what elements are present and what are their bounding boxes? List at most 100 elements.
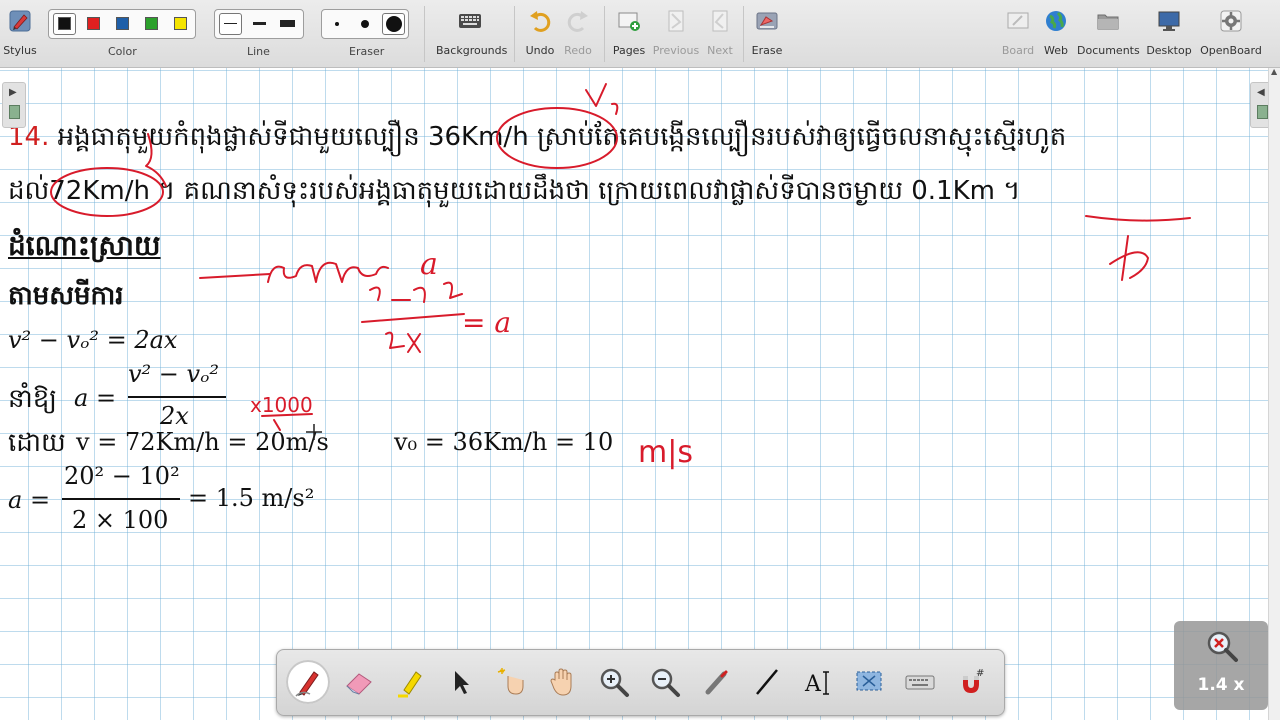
equation-2-lhs: a = bbox=[74, 384, 117, 412]
magic-hand-icon bbox=[497, 668, 524, 695]
gear-icon bbox=[1220, 10, 1242, 32]
interact-tool[interactable] bbox=[490, 660, 534, 704]
eraser-label: Eraser bbox=[349, 45, 385, 58]
pages-button[interactable]: Pages bbox=[611, 4, 647, 57]
previous-label: Previous bbox=[652, 44, 700, 57]
equation-2-prefix: នាំឱ្យ bbox=[8, 384, 58, 414]
eraser-size-medium[interactable] bbox=[361, 20, 369, 28]
color-swatch-green[interactable] bbox=[145, 17, 158, 30]
desktop-mode-button[interactable]: Desktop bbox=[1146, 4, 1192, 57]
ink-formula-denominator bbox=[385, 331, 421, 353]
line-width-palette bbox=[214, 9, 304, 39]
solution-heading: ដំណោះស្រាយ bbox=[8, 229, 161, 262]
stylus-button[interactable]: Stylus bbox=[2, 4, 38, 57]
expand-right-icon: ▶ bbox=[9, 87, 17, 98]
documents-label: Documents bbox=[1077, 44, 1140, 57]
ink-formula-bar bbox=[361, 313, 465, 323]
speed-final: 72Km/h bbox=[49, 176, 150, 206]
documents-mode-button[interactable]: Documents bbox=[1077, 4, 1140, 57]
problem-text-1b: ស្រាប់តែគេបង្កើនល្បឿនរបស់វាឲ្យធ្វើចលនាស្… bbox=[536, 122, 1067, 152]
highlighter-icon bbox=[398, 671, 422, 698]
ink-x-mark bbox=[1109, 235, 1149, 281]
distance-value: 0.1Km bbox=[911, 176, 995, 206]
web-mode-button[interactable]: Web bbox=[1040, 4, 1072, 57]
undo-button[interactable]: Undo bbox=[522, 4, 558, 57]
magnet-tool[interactable]: # bbox=[949, 660, 993, 704]
capture-tool[interactable] bbox=[847, 660, 891, 704]
fraction-bar bbox=[62, 498, 180, 500]
line-width-thick[interactable] bbox=[280, 20, 295, 27]
eraser-size-large[interactable] bbox=[386, 16, 402, 32]
backgrounds-button[interactable]: Backgrounds bbox=[436, 4, 507, 57]
highlighter-tool[interactable] bbox=[388, 660, 432, 704]
problem-line-2: ដល់72Km/h ។ គណនាសំទុះរបស់អង្គធាតុមួយដោយដ… bbox=[8, 174, 1020, 212]
redo-button[interactable]: Redo bbox=[562, 4, 594, 57]
stylus-icon bbox=[9, 10, 31, 32]
speed-initial: 36Km/h bbox=[427, 122, 529, 152]
pen-tool[interactable] bbox=[286, 660, 330, 704]
equation-4-denominator: 2 × 100 bbox=[72, 506, 169, 534]
whiteboard-canvas[interactable]: 14. អង្គធាតុមួយកំពុងផ្លាស់ទីជាមួយល្បឿន 3… bbox=[0, 68, 1268, 720]
text-icon: A bbox=[804, 671, 829, 697]
color-swatch-blue[interactable] bbox=[116, 17, 129, 30]
color-label: Color bbox=[108, 45, 137, 58]
previous-page-icon bbox=[668, 10, 684, 32]
eraser-tool[interactable] bbox=[337, 660, 381, 704]
handwritten-ink-layer: a = a x1000 m|s bbox=[50, 83, 1191, 470]
next-page-icon bbox=[712, 10, 728, 32]
problem-text-2: ។ គណនាសំទុះរបស់អង្គធាតុមួយដោយដឹងថា ក្រោយ… bbox=[158, 176, 903, 206]
line-tool[interactable] bbox=[745, 660, 789, 704]
select-tool[interactable] bbox=[439, 660, 483, 704]
line-width-medium[interactable] bbox=[253, 22, 266, 25]
laser-pointer-tool[interactable] bbox=[694, 660, 738, 704]
toolbar-divider bbox=[424, 6, 425, 62]
right-panel-toggle[interactable]: ◀ bbox=[1250, 82, 1268, 128]
undo-icon bbox=[530, 11, 551, 32]
problem-text-2a: ដល់ bbox=[8, 176, 50, 206]
laser-pointer-icon bbox=[705, 670, 728, 695]
backgrounds-label: Backgrounds bbox=[436, 44, 508, 57]
globe-icon bbox=[1046, 11, 1066, 31]
erase-board-icon bbox=[756, 12, 778, 30]
zoom-indicator[interactable]: 1.4 x bbox=[1174, 621, 1268, 710]
ink-unit-ms: m|s bbox=[638, 435, 693, 470]
folder-icon bbox=[1097, 14, 1119, 30]
add-page-icon bbox=[618, 12, 640, 31]
zoom-in-tool[interactable] bbox=[592, 660, 636, 704]
zoom-in-icon bbox=[600, 668, 629, 697]
zoom-out-tool[interactable] bbox=[643, 660, 687, 704]
ink-checkmark bbox=[585, 83, 619, 115]
equation-4-result: = 1.5 m/s² bbox=[188, 484, 315, 512]
vertical-scrollbar[interactable]: ▲ bbox=[1268, 67, 1280, 720]
page-thumbnail-icon bbox=[9, 105, 20, 119]
board-mode-button[interactable]: Board bbox=[1000, 4, 1036, 57]
next-page-button[interactable]: Next bbox=[703, 4, 737, 57]
previous-page-button[interactable]: Previous bbox=[652, 4, 700, 57]
library-icon bbox=[1257, 105, 1268, 119]
redo-label: Redo bbox=[564, 44, 592, 57]
text-tool[interactable]: A bbox=[796, 660, 840, 704]
ink-times-1000: x1000 bbox=[250, 393, 313, 417]
color-swatch-black[interactable] bbox=[58, 17, 71, 30]
keyboard-tool[interactable] bbox=[898, 660, 942, 704]
eraser-size-small[interactable] bbox=[335, 22, 339, 26]
problem-text-1: អង្គធាតុមួយកំពុងផ្លាស់ទីជាមួយល្បឿន bbox=[57, 122, 420, 152]
problem-text-2-end: ។ bbox=[1003, 176, 1021, 206]
pages-label: Pages bbox=[612, 44, 646, 57]
openboard-menu-button[interactable]: OpenBoard bbox=[1199, 4, 1263, 57]
line-width-thin[interactable] bbox=[224, 23, 237, 24]
left-panel-toggle[interactable]: ▶ bbox=[2, 82, 26, 128]
scroll-up-icon[interactable]: ▲ bbox=[1271, 67, 1277, 76]
zoom-reset-icon bbox=[1207, 631, 1238, 662]
board-label: Board bbox=[1001, 44, 1035, 57]
erase-board-button[interactable]: Erase bbox=[750, 4, 784, 57]
next-label: Next bbox=[707, 44, 733, 57]
color-palette bbox=[48, 9, 196, 39]
hand-tool[interactable] bbox=[541, 660, 585, 704]
color-swatch-red[interactable] bbox=[87, 17, 100, 30]
stylus-label: Stylus bbox=[3, 44, 37, 57]
capture-icon bbox=[856, 671, 882, 691]
pen-icon bbox=[295, 671, 319, 697]
color-swatch-yellow[interactable] bbox=[174, 17, 187, 30]
fraction-bar bbox=[128, 396, 226, 398]
